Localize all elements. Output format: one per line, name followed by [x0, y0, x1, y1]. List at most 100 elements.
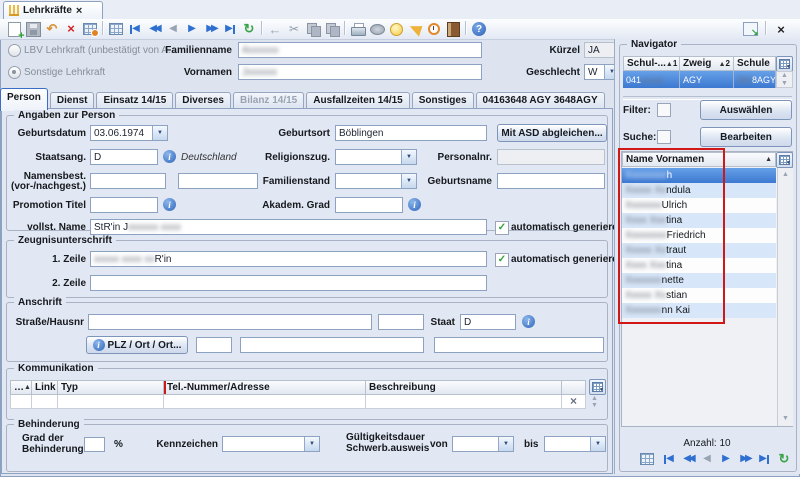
geburtsname-field[interactable] — [497, 173, 605, 189]
komm-col-typ[interactable]: Typ — [58, 380, 164, 395]
announce-button[interactable] — [406, 20, 424, 38]
edit-table-button[interactable] — [81, 20, 99, 38]
export-button[interactable] — [368, 20, 386, 38]
zeile1-autogen-checkbox[interactable]: ✓ — [495, 253, 509, 267]
new-record-button[interactable] — [5, 20, 23, 38]
kennzeichen-select[interactable]: ▼ — [222, 436, 320, 452]
previous-record-button[interactable]: ◀ — [164, 20, 182, 38]
komm-cell[interactable] — [366, 395, 562, 409]
komm-cell[interactable] — [10, 395, 32, 409]
geburtsort-field[interactable]: Böblingen — [335, 125, 487, 141]
copy-button[interactable] — [304, 20, 322, 38]
promotion-titel-field[interactable] — [90, 197, 158, 213]
list-fast-back-button[interactable]: ◀◀ — [679, 450, 697, 468]
scroll-up-icon[interactable]: ▲ — [782, 171, 789, 179]
list-refresh-button[interactable]: ↻ — [775, 450, 793, 468]
radio-lbv-lehrkraft[interactable] — [8, 44, 21, 57]
komm-col-sort[interactable]: …▲ — [10, 380, 32, 395]
print-button[interactable] — [349, 20, 367, 38]
list-next-button[interactable]: ▶ — [717, 450, 735, 468]
list-item[interactable]: Xxxx Xxxtina — [622, 258, 776, 273]
strasse-field[interactable] — [88, 314, 372, 330]
kuerzel-field[interactable]: JA — [584, 42, 618, 58]
info-icon[interactable]: i — [522, 315, 535, 328]
paste-button[interactable] — [323, 20, 341, 38]
list-item[interactable]: Xxxxxxxnette — [622, 273, 776, 288]
scroll-down-icon[interactable]: ▼ — [782, 415, 789, 423]
delete-record-button[interactable]: × — [62, 20, 80, 38]
staatsang-field[interactable]: D — [90, 149, 158, 165]
komm-col-beschreibung[interactable]: Beschreibung — [366, 380, 562, 395]
nav-school-row-schule[interactable]: 3648AGY — [734, 71, 776, 88]
refresh-button[interactable]: ↻ — [240, 20, 258, 38]
names-scrollbar[interactable]: ▲ ▼ — [777, 168, 793, 426]
asd-abgleichen-button[interactable]: Mit ASD abgleichen... — [497, 124, 607, 142]
familienname-field[interactable]: Axxxxxx — [238, 42, 482, 58]
von-select[interactable]: ▼ — [452, 436, 514, 452]
dropdown-arrow-icon[interactable]: ▼ — [590, 437, 605, 451]
directory-button[interactable] — [444, 20, 462, 38]
filter-checkbox[interactable] — [657, 103, 671, 117]
last-record-button[interactable]: ▶ — [221, 20, 239, 38]
auswaehlen-button[interactable]: Auswählen — [700, 100, 792, 120]
zeile1-field[interactable]: xxxxx xxxx xxR'in — [90, 251, 487, 267]
list-grid-button[interactable] — [638, 450, 656, 468]
fast-forward-button[interactable]: ▶▶ — [202, 20, 220, 38]
list-previous-button[interactable]: ◀ — [698, 450, 716, 468]
dropdown-arrow-icon[interactable]: ▼ — [152, 126, 167, 140]
nav-col-schule[interactable]: Schule — [734, 56, 776, 71]
nav-school-scrollbar[interactable]: ▲ ▼ — [776, 71, 793, 88]
list-item[interactable]: Xxxxx Xxndula — [622, 183, 776, 198]
vollname-autogen-checkbox[interactable]: ✓ — [495, 221, 509, 235]
list-first-button[interactable]: ◀ — [660, 450, 678, 468]
grid-view-button[interactable] — [107, 20, 125, 38]
list-item[interactable]: Xxxxxxxxh — [622, 168, 776, 183]
komm-col-tel[interactable]: Tel.-Nummer/Adresse — [164, 380, 366, 395]
close-view-button[interactable]: × — [772, 20, 790, 38]
cut-button[interactable]: ✂ — [285, 20, 303, 38]
vollname-field[interactable]: StR'in Jxxxxxx xxxx — [90, 219, 487, 235]
ortzusatz-field[interactable] — [434, 337, 604, 353]
hint-button[interactable] — [387, 20, 405, 38]
info-icon[interactable]: i — [408, 198, 421, 211]
tab-person[interactable]: Person — [0, 88, 48, 111]
plz-field[interactable] — [196, 337, 232, 353]
reminder-button[interactable] — [425, 20, 443, 38]
tab-close-icon[interactable]: × — [76, 6, 82, 16]
undo-button[interactable]: ↶ — [43, 20, 61, 38]
list-item[interactable]: Xxxxxxxx Friedrich — [622, 228, 776, 243]
nav-school-row-schulnummer[interactable]: 041xxxxx — [623, 71, 680, 88]
nav-col-zweig[interactable]: Zweig▲2 — [680, 56, 734, 71]
komm-cell[interactable] — [58, 395, 164, 409]
list-item[interactable]: Xxxxx Xxtraut — [622, 243, 776, 258]
list-fast-forward-button[interactable]: ▶▶ — [736, 450, 754, 468]
staat-field[interactable]: D — [460, 314, 516, 330]
nav-table-settings-button[interactable] — [776, 56, 793, 72]
document-tab-lehrkraefte[interactable]: Lehrkräfte × — [3, 1, 103, 19]
help-button[interactable]: ? — [470, 20, 488, 38]
plz-ort-button[interactable]: iPLZ / Ort / Ort... — [86, 336, 188, 354]
list-item[interactable]: Xxxxxxx Ulrich — [622, 198, 776, 213]
info-icon[interactable]: i — [163, 150, 176, 163]
list-item[interactable]: Xxxx Xxxtina — [622, 213, 776, 228]
geburtsdatum-select[interactable]: 03.06.1974▼ — [90, 125, 168, 141]
komm-cell[interactable] — [164, 395, 366, 409]
nav-school-row-zweig[interactable]: AGY — [680, 71, 734, 88]
next-record-button[interactable]: ▶ — [183, 20, 201, 38]
dropdown-arrow-icon[interactable]: ▼ — [498, 437, 513, 451]
bearbeiten-button[interactable]: Bearbeiten — [700, 127, 792, 147]
back-button[interactable]: ← — [266, 20, 284, 38]
detach-window-button[interactable] — [741, 20, 759, 38]
suche-checkbox[interactable] — [657, 130, 671, 144]
namensbest-vor-field[interactable] — [90, 173, 166, 189]
nav-col-schulnummer[interactable]: Schul-...▲1 — [623, 56, 680, 71]
scroll-up-icon[interactable]: ▲ — [781, 72, 788, 80]
fast-back-button[interactable]: ◀◀ — [145, 20, 163, 38]
save-button[interactable] — [24, 20, 42, 38]
first-record-button[interactable]: ◀ — [126, 20, 144, 38]
list-item[interactable]: Xxxxxxxnn Kai — [622, 303, 776, 318]
scroll-down-icon[interactable]: ▼ — [781, 80, 788, 88]
info-icon[interactable]: i — [163, 198, 176, 211]
list-item[interactable]: Xxxxx Xxstian — [622, 288, 776, 303]
zeile2-field[interactable] — [90, 275, 487, 291]
